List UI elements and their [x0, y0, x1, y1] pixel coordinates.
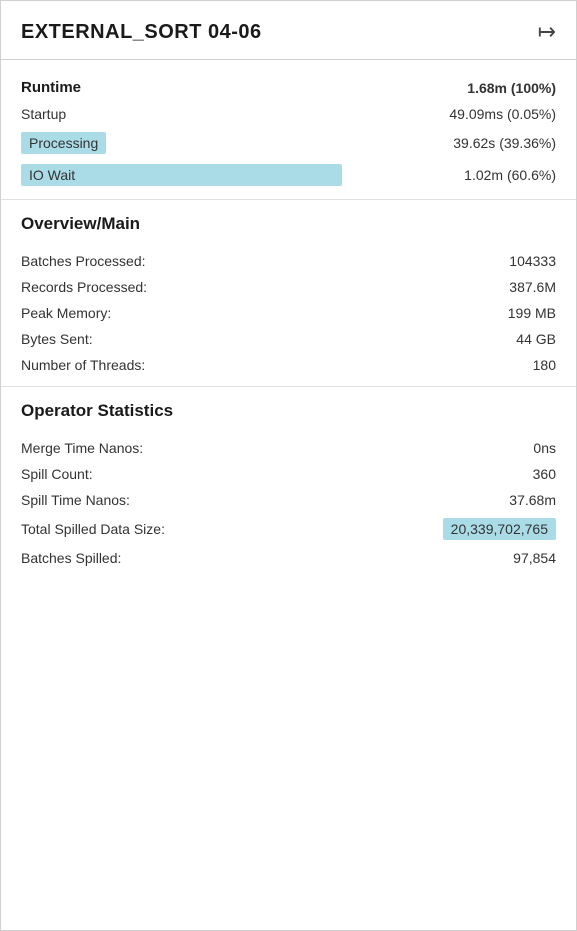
card-title: EXTERNAL_SORT 04-06: [21, 21, 262, 44]
stat-row-startup: Startup 49.09ms (0.05%): [21, 101, 556, 127]
stat-row-batches-processed: Batches Processed: 104333: [21, 248, 556, 274]
processing-label: Processing: [21, 132, 106, 154]
stat-row-peak-memory: Peak Memory: 199 MB: [21, 300, 556, 326]
stat-row-total-spilled: Total Spilled Data Size: 20,339,702,765: [21, 513, 556, 545]
peak-memory-label: Peak Memory:: [21, 305, 111, 321]
operator-section: Operator Statistics Merge Time Nanos: 0n…: [1, 387, 576, 591]
operator-title: Operator Statistics: [21, 401, 556, 421]
batches-processed-value: 104333: [509, 253, 556, 269]
stat-row-processing: Processing 39.62s (39.36%): [21, 127, 556, 159]
spill-count-label: Spill Count:: [21, 466, 93, 482]
bytes-sent-value: 44 GB: [516, 331, 556, 347]
stat-row-merge-time: Merge Time Nanos: 0ns: [21, 435, 556, 461]
total-spilled-value: 20,339,702,765: [443, 518, 556, 540]
main-card: EXTERNAL_SORT 04-06 ↦ Runtime 1.68m (100…: [0, 0, 577, 931]
overview-title: Overview/Main: [21, 214, 556, 234]
merge-time-label: Merge Time Nanos:: [21, 440, 143, 456]
processing-value: 39.62s (39.36%): [453, 135, 556, 151]
batches-spilled-label: Batches Spilled:: [21, 550, 121, 566]
records-processed-value: 387.6M: [509, 279, 556, 295]
records-processed-label: Records Processed:: [21, 279, 147, 295]
merge-time-value: 0ns: [533, 440, 556, 456]
stat-row-spill-count: Spill Count: 360: [21, 461, 556, 487]
iowait-value: 1.02m (60.6%): [464, 167, 556, 183]
card-header: EXTERNAL_SORT 04-06 ↦: [1, 1, 576, 60]
stat-row-runtime: Runtime 1.68m (100%): [21, 74, 556, 101]
overview-section: Overview/Main Batches Processed: 104333 …: [1, 200, 576, 387]
stat-row-spill-time: Spill Time Nanos: 37.68m: [21, 487, 556, 513]
total-spilled-label: Total Spilled Data Size:: [21, 521, 165, 537]
stat-row-threads: Number of Threads: 180: [21, 352, 556, 378]
export-icon[interactable]: ↦: [538, 19, 556, 45]
bytes-sent-label: Bytes Sent:: [21, 331, 93, 347]
startup-label: Startup: [21, 106, 66, 122]
threads-label: Number of Threads:: [21, 357, 145, 373]
runtime-label: Runtime: [21, 79, 81, 96]
stat-row-batches-spilled: Batches Spilled: 97,854: [21, 545, 556, 571]
stat-row-records-processed: Records Processed: 387.6M: [21, 274, 556, 300]
spill-time-label: Spill Time Nanos:: [21, 492, 130, 508]
iowait-label: IO Wait: [21, 164, 342, 186]
stat-row-iowait: IO Wait 1.02m (60.6%): [21, 159, 556, 191]
peak-memory-value: 199 MB: [508, 305, 556, 321]
startup-value: 49.09ms (0.05%): [449, 106, 556, 122]
batches-processed-label: Batches Processed:: [21, 253, 146, 269]
batches-spilled-value: 97,854: [513, 550, 556, 566]
spill-count-value: 360: [533, 466, 556, 482]
runtime-value: 1.68m (100%): [467, 80, 556, 96]
threads-value: 180: [533, 357, 556, 373]
spill-time-value: 37.68m: [509, 492, 556, 508]
runtime-section: Runtime 1.68m (100%) Startup 49.09ms (0.…: [1, 60, 576, 200]
stat-row-bytes-sent: Bytes Sent: 44 GB: [21, 326, 556, 352]
